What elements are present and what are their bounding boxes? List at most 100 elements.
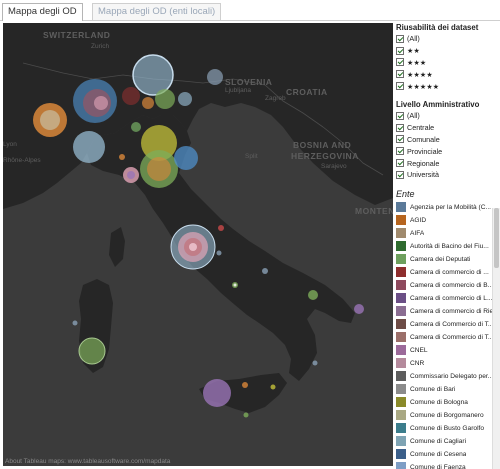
legend-swatch xyxy=(396,306,406,317)
checkbox-checked-icon[interactable] xyxy=(396,70,404,79)
legend-item[interactable]: Comune di Borgomanero xyxy=(396,409,500,422)
label-zurich: Zurich xyxy=(91,43,110,50)
legend-swatch xyxy=(396,384,406,395)
legend-item-label: Autorità di Bacino del Fiu... xyxy=(410,242,489,250)
legend-item[interactable]: Comune di Faenza xyxy=(396,461,500,469)
label-ljubljana: Ljubljana xyxy=(225,87,252,94)
legend-item-label: Comune di Cagliari xyxy=(410,437,467,445)
legend-swatch xyxy=(396,215,406,226)
riusabilita-title: Riusabilità dei dataset xyxy=(396,23,479,32)
legend-item-label: Camera di commercio di B... xyxy=(410,281,494,289)
legend-item[interactable]: Camera di Commercio di T... xyxy=(396,318,500,331)
livello-option-all[interactable]: (All) xyxy=(396,110,500,122)
legend-item-label: Comune di Bologna xyxy=(410,398,468,406)
italy-map[interactable]: SWITZERLAND Zurich SLOVENIA Ljubljana CR… xyxy=(3,23,393,466)
legend-item-label: Agenzia per la Mobilità (C... xyxy=(410,203,491,211)
checkbox-checked-icon[interactable] xyxy=(396,82,404,91)
checkbox-checked-icon[interactable] xyxy=(396,46,404,55)
legend-item[interactable]: Comune di Bari xyxy=(396,383,500,396)
checkbox-checked-icon[interactable] xyxy=(396,34,404,43)
livello-option-provinciale[interactable]: Provinciale xyxy=(396,145,500,157)
legend-swatch xyxy=(396,345,406,356)
livello-option-centrale[interactable]: Centrale xyxy=(396,122,500,134)
legend-item-label: AGID xyxy=(410,216,427,224)
legend-item[interactable]: Comune di Busto Garolfo xyxy=(396,422,500,435)
riusabilita-option-5-stars[interactable]: ★★★★★ xyxy=(396,80,500,92)
tab-mappa-od[interactable]: Mappa degli OD xyxy=(2,3,83,21)
legend-item[interactable]: Camera di commercio di B... xyxy=(396,279,500,292)
livello-option-comunale[interactable]: Comunale xyxy=(396,134,500,146)
checkbox-checked-icon[interactable] xyxy=(396,159,404,168)
label-herzegovina: HERZEGOVINA xyxy=(291,151,359,161)
filter-panel: Riusabilità dei dataset (All) ★★ ★★★ ★★★… xyxy=(396,22,500,469)
label-rhone-alpes: Rhône-Alpes xyxy=(3,157,41,164)
checkbox-checked-icon[interactable] xyxy=(396,111,404,120)
legend-item[interactable]: Comune di Cagliari xyxy=(396,435,500,448)
checkbox-checked-icon[interactable] xyxy=(396,147,404,156)
tab-mappa-od-enti-locali[interactable]: Mappa degli OD (enti locali) xyxy=(92,3,222,20)
label-montenegro: MONTENE xyxy=(355,206,393,216)
legend-item-label: Camera di commercio di ... xyxy=(410,268,489,276)
legend-swatch xyxy=(396,462,406,469)
legend-item[interactable]: AIFA xyxy=(396,227,500,240)
riusabilita-option-4-stars[interactable]: ★★★★ xyxy=(396,68,500,80)
legend-swatch xyxy=(396,358,406,369)
checkbox-checked-icon[interactable] xyxy=(396,170,404,179)
label-sarajevo: Sarajevo xyxy=(321,163,347,170)
legend-swatch xyxy=(396,267,406,278)
legend-item-label: Comune di Borgomanero xyxy=(410,411,484,419)
legend-item-label: CNEL xyxy=(410,346,428,354)
legend-swatch xyxy=(396,332,406,343)
legend-item-label: Commissario Delegato per... xyxy=(410,372,494,380)
legend-item-label: Comune di Bari xyxy=(410,385,456,393)
legend-swatch xyxy=(396,436,406,447)
legend-swatch xyxy=(396,202,406,213)
legend-item[interactable]: Camera di commercio di ... xyxy=(396,266,500,279)
legend-swatch xyxy=(396,228,406,239)
riusabilita-option-all[interactable]: (All) xyxy=(396,33,500,45)
legend-item-label: Comune di Busto Garolfo xyxy=(410,424,485,432)
livello-title: Livello Amministrativo xyxy=(396,99,480,109)
legend-item-label: Camera di commercio di L... xyxy=(410,294,493,302)
legend-item-label: CNR xyxy=(410,359,425,367)
legend-item[interactable]: CNEL xyxy=(396,344,500,357)
checkbox-checked-icon[interactable] xyxy=(396,123,404,132)
legend-item[interactable]: Comune di Cesena xyxy=(396,448,500,461)
legend-swatch xyxy=(396,449,406,460)
label-slovenia: SLOVENIA xyxy=(225,77,273,87)
legend-swatch xyxy=(396,293,406,304)
riusabilita-option-3-stars[interactable]: ★★★ xyxy=(396,57,500,69)
legend-item[interactable]: CNR xyxy=(396,357,500,370)
legend-item-label: Camera di Commercio di T... xyxy=(410,333,494,341)
legend-item[interactable]: Autorità di Bacino del Fiu... xyxy=(396,240,500,253)
legend-item[interactable]: Camera di commercio di L... xyxy=(396,292,500,305)
label-croatia: CROATIA xyxy=(286,87,328,97)
legend-swatch xyxy=(396,280,406,291)
legend-item-label: Camera di commercio di Rieti xyxy=(410,307,497,315)
legend-item[interactable]: Commissario Delegato per... xyxy=(396,370,500,383)
legend-item[interactable]: Agenzia per la Mobilità (C... xyxy=(396,201,500,214)
label-zagreb: Zagreb xyxy=(265,95,286,102)
map-attribution[interactable]: About Tableau maps: www.tableausoftware.… xyxy=(5,458,170,465)
checkbox-checked-icon[interactable] xyxy=(396,58,404,67)
checkbox-checked-icon[interactable] xyxy=(396,135,404,144)
livello-option-regionale[interactable]: Regionale xyxy=(396,157,500,169)
legend-item[interactable]: Camera dei Deputati xyxy=(396,253,500,266)
legend-scroll-thumb[interactable] xyxy=(494,208,499,268)
legend-item[interactable]: Camera di commercio di Rieti xyxy=(396,305,500,318)
legend-swatch xyxy=(396,397,406,408)
map-canvas xyxy=(3,23,393,466)
legend-item-label: Comune di Cesena xyxy=(410,450,467,458)
livello-option-universita[interactable]: Università xyxy=(396,169,500,181)
legend-item-label: Camera di Commercio di T... xyxy=(410,320,494,328)
legend-item[interactable]: Camera di Commercio di T... xyxy=(396,331,500,344)
label-bosnia: BOSNIA AND xyxy=(293,140,352,150)
legend-item[interactable]: AGID xyxy=(396,214,500,227)
riusabilita-option-2-stars[interactable]: ★★ xyxy=(396,45,500,57)
legend-item-label: AIFA xyxy=(410,229,425,237)
label-switzerland: SWITZERLAND xyxy=(43,30,111,40)
legend-item[interactable]: Comune di Bologna xyxy=(396,396,500,409)
ente-legend-title: Ente xyxy=(396,188,415,199)
legend-swatch xyxy=(396,241,406,252)
legend-item-label: Comune di Faenza xyxy=(410,463,466,469)
